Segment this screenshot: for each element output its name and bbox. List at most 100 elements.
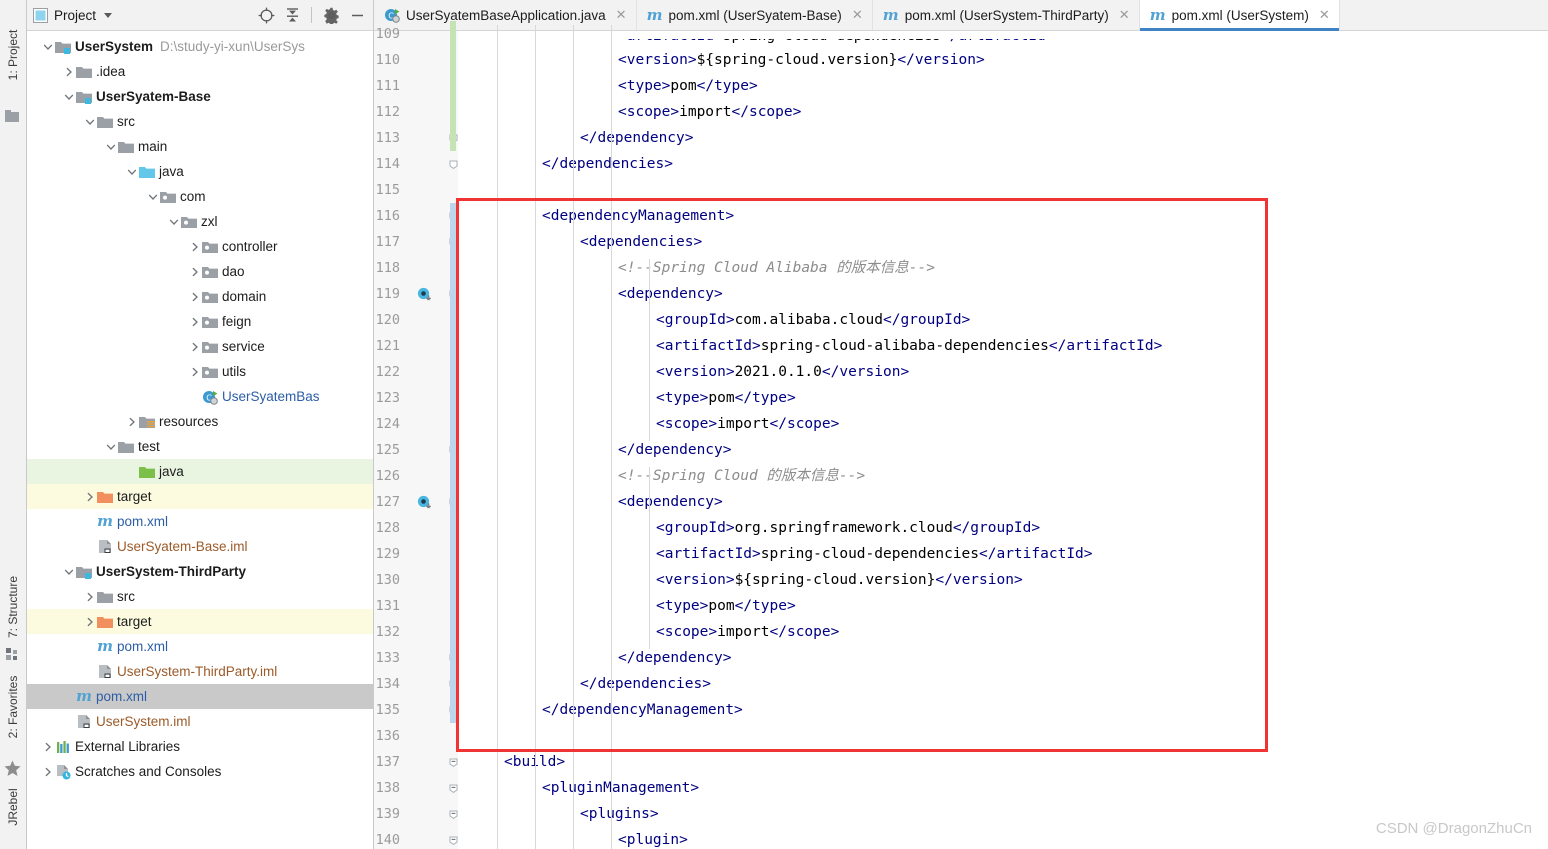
chevron-down-icon[interactable] — [41, 34, 54, 59]
line-number: 116 — [375, 208, 400, 224]
chevron-right-icon[interactable] — [83, 609, 96, 634]
chevron-right-icon[interactable] — [188, 309, 201, 334]
editor-tab[interactable]: C UserSyatemBaseApplication.java ✕ — [374, 0, 637, 30]
code-line: </dependency> — [618, 437, 732, 463]
tree-item-label: utils — [222, 364, 247, 379]
tree-item-src[interactable]: src — [27, 109, 373, 134]
chevron-right-icon[interactable] — [188, 284, 201, 309]
tree-item-domain[interactable]: domain — [27, 284, 373, 309]
chevron-down-icon[interactable] — [125, 159, 138, 184]
close-icon[interactable]: ✕ — [1319, 7, 1330, 23]
chevron-right-icon[interactable] — [83, 484, 96, 509]
close-icon[interactable]: ✕ — [616, 7, 627, 23]
tree-item-java[interactable]: java — [27, 159, 373, 184]
chevron-right-icon[interactable] — [188, 259, 201, 284]
tree-item-main[interactable]: main — [27, 134, 373, 159]
tree-arrow-none — [83, 509, 96, 534]
chevron-down-icon[interactable] — [167, 209, 180, 234]
project-tree[interactable]: UserSystem D:\study-yi-xun\UserSys .idea Us… — [27, 31, 373, 784]
tree-item-pom-xml[interactable]: m pom.xml — [27, 684, 373, 709]
libraries-icon-icon — [54, 734, 72, 759]
tool-window-button-jrebel[interactable]: JRebel — [6, 788, 20, 825]
tree-item-label: pom.xml — [117, 639, 169, 654]
editor-gutter[interactable]: 109 110 111 112 113 114 115 116 117 118 119 120 121 1… — [374, 21, 458, 849]
line-number: 118 — [375, 260, 400, 276]
tree-item-usersyatembas[interactable]: C UserSyatemBas — [27, 384, 373, 409]
chevron-right-icon[interactable] — [62, 59, 75, 84]
tree-item-feign[interactable]: feign — [27, 309, 373, 334]
chevron-right-icon[interactable] — [188, 234, 201, 259]
chevron-right-icon[interactable] — [188, 359, 201, 384]
tool-window-button-favorites[interactable]: 2: Favorites — [6, 676, 20, 739]
tree-item-usersyatem-base[interactable]: UserSyatem-Base — [27, 84, 373, 109]
tree-item-usersystem[interactable]: UserSystem D:\study-yi-xun\UserSys — [27, 34, 373, 59]
chevron-down-icon[interactable] — [104, 134, 117, 159]
tool-window-button-project[interactable]: 1: Project — [6, 30, 20, 81]
code-line: <dependencies> — [580, 229, 702, 255]
tree-item-pom-xml[interactable]: m pom.xml — [27, 634, 373, 659]
editor-tab[interactable]: m pom.xml (UserSystem) ✕ — [1139, 0, 1340, 31]
tree-item-usersystem-thirdparty[interactable]: UserSystem-ThirdParty — [27, 559, 373, 584]
chevron-down-icon[interactable] — [62, 84, 75, 109]
chevron-down-icon[interactable] — [83, 109, 96, 134]
close-icon[interactable]: ✕ — [1119, 7, 1130, 23]
download-icon[interactable] — [416, 281, 432, 307]
chevron-right-icon[interactable] — [41, 759, 54, 784]
tree-item-usersyatem-base-iml[interactable]: UserSyatem-Base.iml — [27, 534, 373, 559]
tree-item-java[interactable]: java — [27, 459, 373, 484]
tree-arrow-none — [83, 634, 96, 659]
chevron-right-icon[interactable] — [41, 734, 54, 759]
tree-item-dao[interactable]: dao — [27, 259, 373, 284]
xml-tag: <scope> — [656, 624, 718, 640]
package-icon-icon — [201, 359, 219, 384]
tree-item-service[interactable]: service — [27, 334, 373, 359]
tree-item-test[interactable]: test — [27, 434, 373, 459]
tool-window-button-structure[interactable]: 7: Structure — [6, 576, 20, 638]
line-number: 130 — [375, 572, 400, 588]
tree-item-resources[interactable]: resources — [27, 409, 373, 434]
tree-item-idea[interactable]: .idea — [27, 59, 373, 84]
tree-item-pom-xml[interactable]: m pom.xml — [27, 509, 373, 534]
chevron-down-icon[interactable] — [146, 184, 159, 209]
line-number: 129 — [375, 546, 400, 562]
close-icon[interactable]: ✕ — [852, 7, 863, 23]
tree-item-external-libraries[interactable]: External Libraries — [27, 734, 373, 759]
chevron-right-icon[interactable] — [125, 409, 138, 434]
line-number: 123 — [375, 390, 400, 406]
download-icon[interactable] — [416, 489, 432, 515]
tree-item-target[interactable]: target — [27, 484, 373, 509]
tree-item-target[interactable]: target — [27, 609, 373, 634]
editor-tab[interactable]: m pom.xml (UserSyatem-Base) ✕ — [637, 0, 873, 30]
jrebel-strip-label: JRebel — [6, 788, 20, 826]
code-line: <dependency> — [618, 281, 723, 307]
xml-text: 2021.0.1.0 — [734, 364, 822, 380]
chevron-right-icon[interactable] — [83, 584, 96, 609]
tree-item-zxl[interactable]: zxl — [27, 209, 373, 234]
chevron-down-icon[interactable] — [104, 434, 117, 459]
gutter-change-marker[interactable] — [450, 203, 456, 723]
editor-tab[interactable]: m pom.xml (UserSystem-ThirdParty) ✕ — [873, 0, 1140, 30]
tree-item-controller[interactable]: controller — [27, 234, 373, 259]
minimize-icon[interactable] — [347, 5, 367, 25]
collapse-all-icon[interactable] — [282, 5, 302, 25]
chevron-down-icon[interactable] — [62, 559, 75, 584]
editor-tab-bar[interactable]: C UserSyatemBaseApplication.java ✕ m pom.xml… — [374, 0, 1548, 31]
xml-text: spring-cloud-dependencies — [722, 28, 942, 44]
gutter-change-marker[interactable] — [450, 21, 456, 151]
tree-item-utils[interactable]: utils — [27, 359, 373, 384]
tree-item-usersystem-thirdparty-iml[interactable]: UserSystem-ThirdParty.iml — [27, 659, 373, 684]
chevron-down-icon[interactable] — [104, 12, 113, 18]
code-text-area[interactable]: <artifactId>spring-cloud-dependencies</a… — [458, 25, 1548, 849]
locate-icon[interactable] — [256, 5, 276, 25]
chevron-right-icon[interactable] — [188, 334, 201, 359]
tree-item-com[interactable]: com — [27, 184, 373, 209]
tree-item-usersystem-iml[interactable]: UserSystem.iml — [27, 709, 373, 734]
tree-item-src[interactable]: src — [27, 584, 373, 609]
tree-item-scratches-and-consoles[interactable]: Scratches and Consoles — [27, 759, 373, 784]
gear-icon[interactable] — [321, 5, 341, 25]
xml-tag: </artifactId> — [979, 546, 1093, 562]
code-editor[interactable]: 109 110 111 112 113 114 115 116 117 118 119 120 121 1… — [374, 21, 1548, 849]
